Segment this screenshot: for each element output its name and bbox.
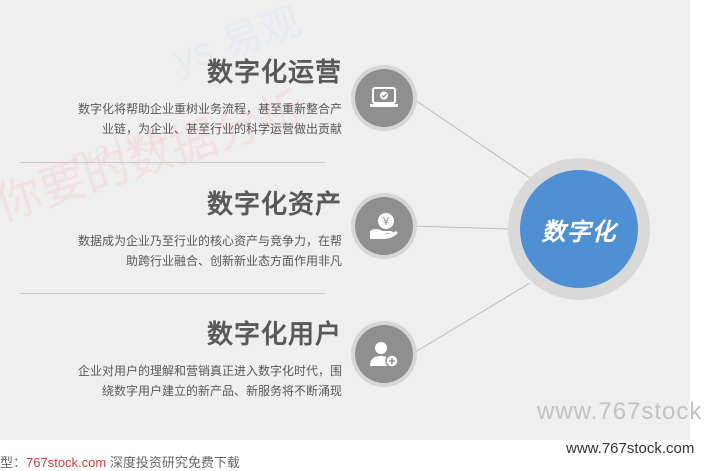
section-operations: 数字化运营 数字化将帮助企业重树业务流程，甚至重新整合产 业链，为企业、甚至行业… <box>22 52 342 139</box>
description-line: 企业对用户的理解和营销真正进入数字化时代，围 <box>77 364 342 378</box>
laptop-check-icon <box>355 69 413 127</box>
connector-line-3 <box>411 282 531 355</box>
connector-line-2 <box>411 225 511 230</box>
description-line: 绕数字用户建立的新产品、新服务将不断涌现 <box>101 384 342 398</box>
footer-link[interactable]: 767stock.com <box>26 455 106 470</box>
yuan-hand-icon: ¥ <box>355 197 413 255</box>
center-circle: 数字化 <box>520 170 638 288</box>
divider <box>20 162 325 163</box>
section-description: 数据成为企业乃至行业的核心资产与竞争力，在帮 助跨行业融合、创新新业态方面作用非… <box>22 231 342 271</box>
section-description: 数字化将帮助企业重树业务流程，甚至重新整合产 业链，为企业、甚至行业的科学运营做… <box>22 99 342 139</box>
center-label: 数字化 <box>541 218 617 246</box>
section-title: 数字化资产 <box>206 189 342 219</box>
section-title: 数字化用户 <box>206 319 342 349</box>
description-line: 助跨行业融合、创新新业态方面作用非凡 <box>125 254 342 268</box>
section-users: 数字化用户 企业对用户的理解和营销真正进入数字化时代，围 绕数字用户建立的新产品… <box>22 314 342 401</box>
footer-text: 深度投资研究免费下载 <box>109 455 240 470</box>
section-title: 数字化运营 <box>206 57 342 87</box>
description-line: 业链，为企业、甚至行业的科学运营做出贡献 <box>101 122 342 136</box>
description-line: 数字化将帮助企业重树业务流程，甚至重新整合产 <box>77 102 342 116</box>
section-description: 企业对用户的理解和营销真正进入数字化时代，围 绕数字用户建立的新产品、新服务将不… <box>22 361 342 401</box>
description-line: 数据成为企业乃至行业的核心资产与竞争力，在帮 <box>77 234 342 248</box>
watermark-url-large: www.767stock <box>537 398 703 425</box>
watermark-url-small: www.767stock.com <box>566 440 695 457</box>
divider <box>20 293 325 294</box>
section-assets: 数字化资产 数据成为企业乃至行业的核心资产与竞争力，在帮 助跨行业融合、创新新业… <box>22 184 342 271</box>
svg-text:¥: ¥ <box>383 215 390 228</box>
user-add-icon <box>355 325 413 383</box>
connector-line-1 <box>411 97 531 179</box>
footer-prefix: 型： <box>0 455 27 470</box>
